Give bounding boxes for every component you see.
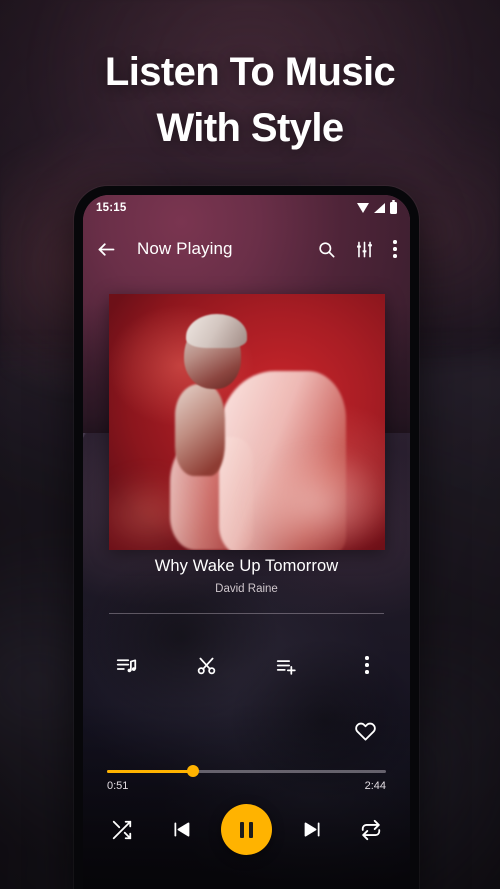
divider	[109, 613, 384, 614]
equalizer-icon[interactable]	[355, 240, 374, 259]
phone-screen: 15:15 Now Playing Why Wake Up Tomorrow D…	[83, 195, 410, 889]
action-row	[109, 648, 384, 682]
pause-button[interactable]	[221, 804, 272, 855]
album-art-figure-hair	[186, 314, 247, 348]
queue-music-icon[interactable]	[109, 648, 143, 682]
add-to-playlist-icon[interactable]	[270, 648, 304, 682]
album-art-image	[109, 294, 385, 550]
song-artist: David Raine	[215, 583, 278, 595]
pause-icon	[239, 821, 254, 838]
current-time: 0:51	[107, 780, 129, 792]
status-bar-clock: 15:15	[96, 202, 127, 214]
headline-line-2: With Style	[156, 106, 345, 150]
phone-mockup: 15:15 Now Playing Why Wake Up Tomorrow D…	[74, 186, 419, 889]
status-bar: 15:15	[83, 195, 410, 221]
cut-ringtone-icon[interactable]	[189, 648, 223, 682]
album-art-figure-hands	[175, 383, 225, 476]
page-title: Listen To Music With Style	[0, 44, 500, 156]
album-art[interactable]	[109, 294, 385, 550]
overflow-menu-icon[interactable]	[350, 648, 384, 682]
song-title: Why Wake Up Tomorrow	[154, 557, 339, 575]
seek-bar-thumb[interactable]	[187, 765, 200, 777]
battery-icon	[390, 200, 397, 214]
heart-outline-icon[interactable]	[348, 714, 382, 748]
headline-line-1: Listen To Music	[104, 50, 396, 94]
back-arrow-icon[interactable]	[96, 239, 117, 260]
now-playing-info: Why Wake Up Tomorrow David Raine	[83, 557, 410, 595]
seek-bar-fill	[107, 770, 194, 773]
repeat-icon[interactable]	[352, 811, 390, 849]
seek-bar-times: 0:51 2:44	[107, 780, 386, 792]
status-bar-icons	[357, 200, 397, 214]
total-time: 2:44	[364, 780, 386, 792]
promo-page: Listen To Music With Style 15:15 Now Pla…	[0, 0, 500, 889]
shuffle-icon[interactable]	[103, 811, 141, 849]
app-bar-actions	[317, 240, 397, 259]
album-art-smoke-right	[224, 437, 385, 550]
seek-bar[interactable]	[107, 764, 386, 778]
previous-track-icon[interactable]	[162, 811, 200, 849]
overflow-menu-icon[interactable]	[393, 240, 397, 258]
signal-icon	[374, 203, 385, 213]
app-bar-title: Now Playing	[137, 239, 233, 258]
search-icon[interactable]	[317, 240, 336, 259]
next-track-icon[interactable]	[293, 811, 331, 849]
app-bar: Now Playing	[83, 225, 410, 273]
transport-controls	[103, 804, 390, 855]
wifi-icon	[357, 203, 369, 213]
